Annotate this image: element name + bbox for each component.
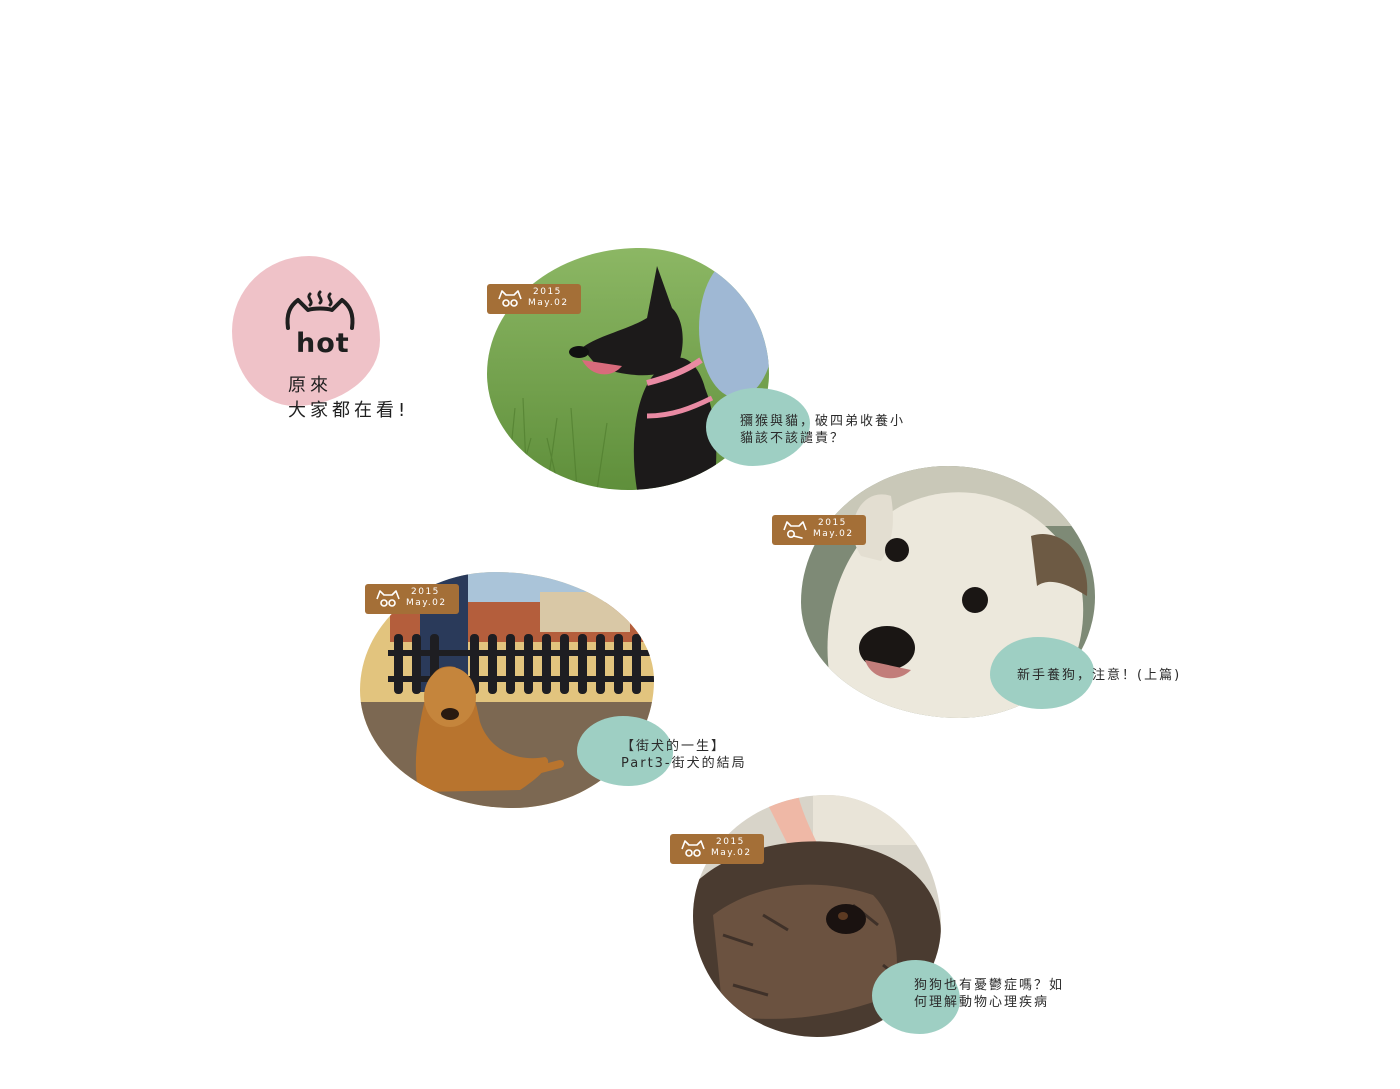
cat-glasses-icon bbox=[376, 590, 400, 607]
card-2-date-tag: 2015 May.02 bbox=[772, 515, 866, 545]
card-3-date: May.02 bbox=[406, 598, 447, 608]
hot-title: hot bbox=[296, 328, 350, 359]
card-2-title[interactable]: 新手養狗，注意！(上篇) bbox=[1017, 667, 1181, 684]
card-1-title-line1: 獼猴與貓，破四弟收養小 bbox=[740, 414, 906, 429]
card-3-year: 2015 bbox=[411, 587, 440, 597]
card-2-date: May.02 bbox=[813, 529, 854, 539]
card-3-date-tag: 2015 May.02 bbox=[365, 584, 459, 614]
card-1-date: May.02 bbox=[528, 298, 569, 308]
card-4-year: 2015 bbox=[716, 837, 745, 847]
card-4-title-line2: 何理解動物心理疾病 bbox=[914, 995, 1050, 1010]
card-1-date-tag: 2015 May.02 bbox=[487, 284, 581, 314]
hot-subtitle-line1: 原來 bbox=[288, 375, 332, 396]
card-3-title-line1: 【街犬的一生】 bbox=[621, 739, 727, 754]
cat-glasses-icon bbox=[498, 290, 522, 307]
card-3-title-line2: Part3-街犬的結局 bbox=[621, 756, 747, 771]
card-4-title[interactable]: 狗狗也有憂鬱症嗎？如 何理解動物心理疾病 bbox=[914, 977, 1064, 1011]
hot-subtitle-line2: 大家都在看! bbox=[288, 400, 410, 421]
card-1-title[interactable]: 獼猴與貓，破四弟收養小 貓該不該譴責？ bbox=[740, 413, 905, 447]
card-4-date: May.02 bbox=[711, 848, 752, 858]
card-2-year: 2015 bbox=[818, 518, 847, 528]
card-4-date-tag: 2015 May.02 bbox=[670, 834, 764, 864]
card-1-year: 2015 bbox=[533, 287, 562, 297]
card-3-title[interactable]: 【街犬的一生】 Part3-街犬的結局 bbox=[621, 738, 747, 772]
card-1-title-line2: 貓該不該譴責？ bbox=[740, 431, 846, 446]
card-2-title-line1: 新手養狗，注意！(上篇) bbox=[1017, 668, 1182, 683]
card-4-title-line1: 狗狗也有憂鬱症嗎？如 bbox=[914, 978, 1065, 993]
cat-magnifier-icon bbox=[783, 521, 807, 539]
cat-glasses-icon bbox=[681, 840, 705, 857]
